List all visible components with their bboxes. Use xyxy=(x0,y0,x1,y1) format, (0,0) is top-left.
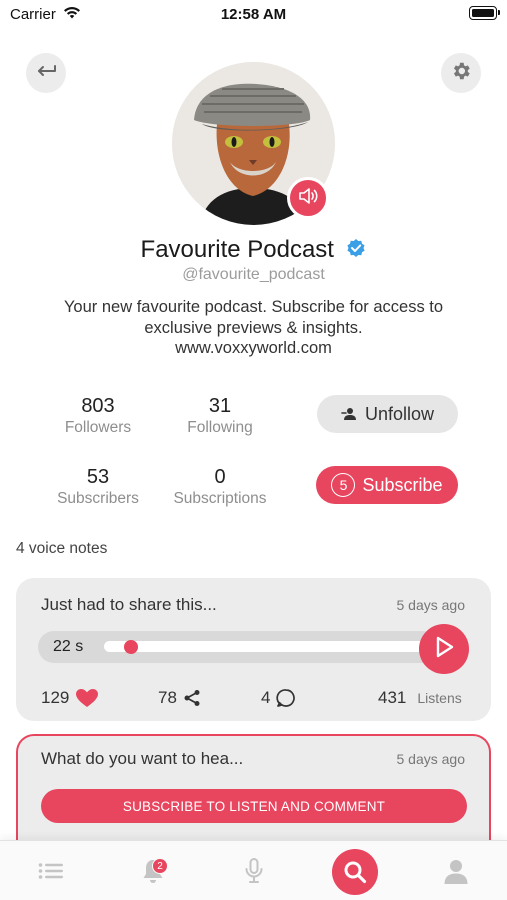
voice-note-time: 5 days ago xyxy=(396,751,466,767)
share-button[interactable]: 78 xyxy=(158,688,201,708)
like-button[interactable]: 129 xyxy=(41,688,99,708)
heart-icon xyxy=(69,688,99,708)
speaker-icon xyxy=(298,187,318,210)
voice-note-time: 5 days ago xyxy=(396,597,466,613)
followers-count: 803 xyxy=(81,395,115,417)
subscribers-count: 53 xyxy=(86,466,110,488)
user-remove-icon xyxy=(341,407,357,421)
listens-label: Listens xyxy=(417,690,462,706)
clock: 12:58 AM xyxy=(220,6,287,23)
comments-count: 4 xyxy=(261,688,271,707)
following-count: 31 xyxy=(208,395,232,417)
followers-stat[interactable]: 803 Followers xyxy=(38,394,158,438)
listens-stat: 431 Listens xyxy=(378,688,462,708)
subscriptions-count: 0 xyxy=(214,466,226,488)
verified-badge-icon xyxy=(346,238,366,263)
bio-line: exclusive previews & insights. xyxy=(144,318,363,337)
tab-record[interactable] xyxy=(233,841,275,900)
following-label: Following xyxy=(187,419,253,436)
comment-icon xyxy=(270,688,296,708)
notification-count-badge: 2 xyxy=(152,858,168,874)
subscribers-stat[interactable]: 53 Subscribers xyxy=(38,465,158,509)
subscriptions-label: Subscriptions xyxy=(173,490,267,507)
voice-note-title: Just had to share this... xyxy=(41,595,217,614)
subscribe-button[interactable]: 5 Subscribe xyxy=(316,466,458,504)
audio-scrubber-handle[interactable] xyxy=(124,640,138,654)
profile-icon xyxy=(443,858,469,884)
audio-intro-button[interactable] xyxy=(287,177,329,219)
subscribe-label: Subscribe xyxy=(362,474,443,495)
subscriptions-stat[interactable]: 0 Subscriptions xyxy=(160,465,280,509)
gear-icon xyxy=(450,60,472,87)
likes-count: 129 xyxy=(41,688,70,707)
search-icon xyxy=(343,860,367,884)
play-button[interactable] xyxy=(419,624,469,674)
bio-link[interactable]: www.voxxyworld.com xyxy=(30,338,477,359)
shares-count: 78 xyxy=(158,688,177,707)
tab-feed[interactable] xyxy=(30,841,72,900)
bio-line: Your new favourite podcast. Subscribe fo… xyxy=(63,298,444,316)
unfollow-button[interactable]: Unfollow xyxy=(317,395,458,433)
voice-notes-count: 4 voice notes xyxy=(16,540,108,557)
followers-label: Followers xyxy=(64,419,132,436)
profile-name: Favourite Podcast xyxy=(140,236,334,263)
voice-note-card[interactable]: Just had to share this... 5 days ago 22 … xyxy=(16,578,491,721)
microphone-icon xyxy=(243,857,265,885)
unfollow-label: Unfollow xyxy=(364,403,435,424)
subscribers-label: Subscribers xyxy=(57,490,139,507)
tab-search[interactable] xyxy=(332,849,378,895)
audio-duration: 22 s xyxy=(53,638,84,655)
audio-progress-bar[interactable] xyxy=(104,641,426,652)
list-icon xyxy=(38,861,64,881)
back-arrow-icon xyxy=(35,63,57,84)
profile-name-row: Favourite Podcast xyxy=(0,236,507,264)
tab-profile[interactable] xyxy=(435,841,477,900)
listens-count: 431 xyxy=(378,688,407,707)
back-button[interactable] xyxy=(26,53,66,93)
subscribe-to-listen-button[interactable]: SUBSCRIBE TO LISTEN AND COMMENT xyxy=(41,789,467,823)
audio-player: 22 s xyxy=(38,631,438,663)
profile-bio: Your new favourite podcast. Subscribe fo… xyxy=(30,297,477,359)
profile-handle: @favourite_podcast xyxy=(182,266,325,283)
voice-note-title: What do you want to hea... xyxy=(41,749,244,768)
settings-button[interactable] xyxy=(441,53,481,93)
share-icon xyxy=(177,689,201,707)
status-bar: Carrier 12:58 AM xyxy=(0,0,507,30)
battery-icon xyxy=(469,6,500,20)
bottom-tab-bar: 2 xyxy=(0,840,507,900)
comment-button[interactable]: 4 xyxy=(261,688,296,708)
locked-voice-note-card[interactable]: What do you want to hea... 5 days ago SU… xyxy=(16,734,491,854)
play-icon xyxy=(433,635,455,664)
subscribe-price-badge: 5 xyxy=(331,473,356,497)
following-stat[interactable]: 31 Following xyxy=(160,394,280,438)
